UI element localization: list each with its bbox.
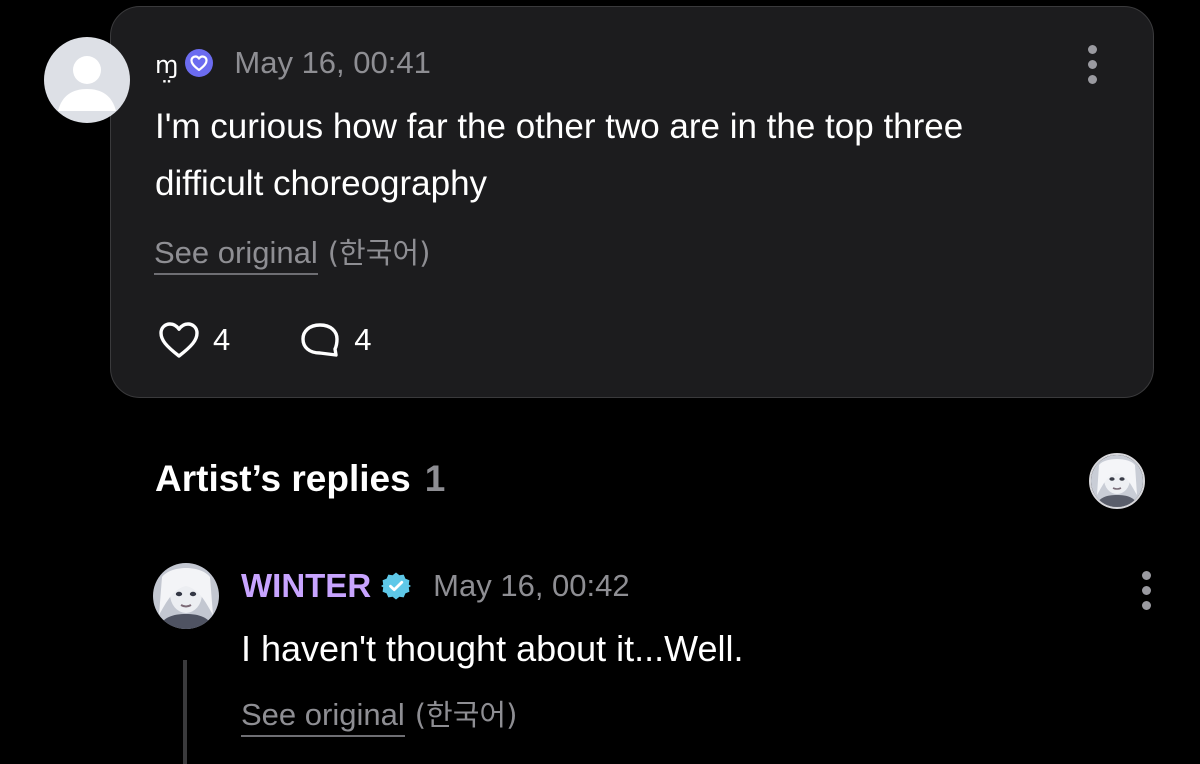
verified-check-icon (381, 572, 412, 600)
like-count: 4 (213, 322, 231, 357)
comment-see-original-link[interactable]: See original (154, 235, 318, 275)
user-silhouette-icon (58, 56, 116, 111)
comment-bubble-icon (301, 323, 339, 357)
reply-more-options-icon[interactable] (1140, 571, 1152, 616)
artist-photo-icon (153, 563, 219, 629)
artist-avatar[interactable] (153, 563, 219, 629)
comment-language-label: (한국어) (327, 236, 431, 270)
reply-timestamp: May 16, 00:42 (433, 568, 630, 603)
heart-icon (159, 322, 199, 358)
artist-replies-count: 1 (424, 458, 446, 499)
reply-header: WINTER May 16, 00:42 (241, 564, 630, 608)
artist-replies-title: Artist’s replies (155, 458, 411, 499)
comment-actions: 4 4 (157, 320, 372, 360)
comment-card: ɱ̤ May 16, 00:41 I'm curious how far the… (110, 6, 1154, 398)
reply-see-original-link[interactable]: See original (241, 697, 405, 737)
reply-translation-row: See original (한국어) (241, 692, 517, 737)
comment-text: I'm curious how far the other two are in… (155, 107, 964, 203)
reply-language-label: (한국어) (414, 698, 518, 732)
comment-username[interactable]: ɱ̤ (155, 51, 178, 79)
heart-badge-icon (185, 49, 214, 77)
reply-count: 4 (354, 322, 372, 357)
comment-timestamp: May 16, 00:41 (234, 45, 431, 80)
thread-line (183, 660, 187, 764)
artist-replies-heading: Artist’s replies 1 (155, 458, 445, 500)
comment-header: ɱ̤ May 16, 00:41 (155, 43, 431, 83)
artist-photo-icon (1091, 455, 1143, 507)
artist-avatar-filter[interactable] (1089, 453, 1145, 509)
more-options-icon[interactable] (1086, 45, 1098, 90)
artist-name[interactable]: WINTER (241, 567, 371, 605)
reply-button[interactable]: 4 (298, 320, 372, 360)
reply-text: I haven't thought about it...Well. (241, 628, 744, 669)
comment-translation-row: See original (한국어) (154, 230, 430, 275)
default-avatar-icon[interactable] (44, 37, 130, 123)
like-button[interactable]: 4 (157, 320, 230, 360)
